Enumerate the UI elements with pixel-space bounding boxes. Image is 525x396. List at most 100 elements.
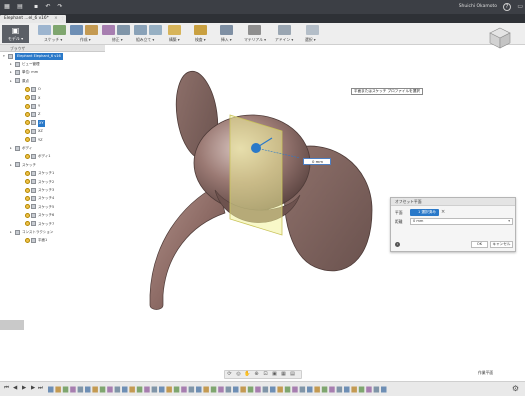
timeline-feature[interactable] — [366, 386, 372, 393]
step-back-icon[interactable]: ◀ — [13, 385, 17, 391]
timeline-feature[interactable] — [114, 386, 121, 393]
ribbon-group-select[interactable]: 選択 — [302, 24, 326, 44]
ribbon-label-assemble: 組み立て — [136, 37, 154, 43]
plane-selection-chip[interactable]: 1 選択済み — [410, 209, 439, 216]
timeline-features[interactable] — [48, 386, 393, 393]
ribbon-group-assemble[interactable]: 組み立て — [134, 24, 164, 44]
timeline-feature[interactable] — [129, 386, 135, 393]
ribbon-group-addins[interactable]: アドイン — [274, 24, 300, 44]
timeline-feature[interactable] — [55, 386, 61, 393]
cancel-button[interactable]: キャンセル — [490, 241, 513, 248]
undo-icon[interactable]: ↶ — [44, 3, 52, 11]
timeline-feature[interactable] — [344, 386, 350, 393]
timeline-feature[interactable] — [373, 386, 380, 393]
ribbon-group-modify[interactable]: 修正 — [102, 24, 132, 44]
info-icon[interactable]: i — [395, 242, 400, 247]
tab-close-icon[interactable]: × — [54, 16, 58, 21]
timeline-feature[interactable] — [270, 386, 276, 393]
timeline-feature[interactable] — [77, 386, 84, 393]
timeline-feature[interactable] — [181, 386, 187, 393]
distance-field[interactable]: 0 mm ▾ — [410, 218, 513, 225]
ribbon-group-insert[interactable]: 挿入 — [218, 24, 242, 44]
pan-icon[interactable]: ✋ — [243, 371, 252, 378]
ribbon-group-sketch[interactable]: スケッチ — [38, 24, 68, 44]
timeline-feature[interactable] — [107, 386, 113, 393]
orbit-icon[interactable]: ⟳ — [225, 371, 234, 378]
timeline-feature[interactable] — [321, 386, 328, 393]
distance-input-field[interactable]: 0 mm — [303, 158, 331, 165]
ribbon-group-construct[interactable]: 構築 — [166, 24, 190, 44]
clear-selection-icon[interactable]: × — [441, 209, 445, 216]
timeline-feature[interactable] — [196, 386, 202, 393]
help-icon[interactable]: ? — [503, 3, 511, 11]
ribbon-group-inspect[interactable]: 検査 — [192, 24, 216, 44]
timeline-feature[interactable] — [122, 386, 128, 393]
timeline-feature[interactable] — [62, 386, 69, 393]
go-to-end-icon[interactable]: ⏭ — [38, 385, 43, 392]
timeline-feature[interactable] — [307, 386, 313, 393]
timeline-feature[interactable] — [351, 386, 357, 393]
timeline-feature[interactable] — [284, 386, 291, 393]
ribbon-group-create[interactable]: 作成 — [70, 24, 100, 44]
timeline-feature[interactable] — [233, 386, 239, 393]
look-at-icon[interactable]: ◎ — [234, 371, 243, 378]
fillet-icon — [117, 25, 130, 35]
grid-settings-icon[interactable]: ▦ — [279, 371, 288, 378]
timeline-feature[interactable] — [92, 386, 98, 393]
timeline-feature[interactable] — [144, 386, 150, 393]
grid-icon[interactable]: ▦ — [3, 3, 11, 11]
insert-icon — [220, 25, 233, 35]
timeline-feature[interactable] — [314, 386, 320, 393]
user-name[interactable]: Shuichi Okamoto — [459, 4, 497, 9]
window-controls-icon[interactable]: ▭ — [517, 3, 523, 10]
material-icon — [248, 25, 261, 35]
timeline-feature[interactable] — [70, 386, 76, 393]
ribbon-label-modify: 修正 — [112, 37, 123, 43]
zoom-icon[interactable]: ⊕ — [252, 371, 261, 378]
offset-plane[interactable] — [229, 114, 283, 236]
timeline-feature[interactable] — [292, 386, 298, 393]
save-icon[interactable]: ▪ — [32, 3, 40, 11]
workspace-label: モデル ▾ — [7, 36, 24, 41]
timeline-feature[interactable] — [188, 386, 195, 393]
tab-elephant[interactable]: Elephant ...el_6 v16* × — [0, 15, 66, 23]
timeline-feature[interactable] — [151, 386, 158, 393]
workspace-switcher[interactable]: ▣ モデル ▾ — [2, 25, 29, 43]
timeline-feature[interactable] — [136, 386, 143, 393]
timeline-feature[interactable] — [299, 386, 306, 393]
timeline-feature[interactable] — [166, 386, 172, 393]
timeline-feature[interactable] — [336, 386, 343, 393]
timeline-feature[interactable] — [218, 386, 224, 393]
timeline-feature[interactable] — [159, 386, 165, 393]
ok-button[interactable]: OK — [471, 241, 488, 248]
fit-icon[interactable]: ⊡ — [261, 371, 270, 378]
timeline-feature[interactable] — [277, 386, 283, 393]
timeline-feature[interactable] — [240, 386, 246, 393]
timeline-feature[interactable] — [210, 386, 217, 393]
file-icon[interactable]: ▤ — [16, 3, 24, 11]
timeline-feature[interactable] — [48, 386, 54, 393]
timeline-feature[interactable] — [358, 386, 365, 393]
new-tab-button[interactable]: + — [60, 15, 65, 23]
timeline-feature[interactable] — [225, 386, 232, 393]
go-to-start-icon[interactable]: ⏮ — [4, 385, 9, 392]
redo-icon[interactable]: ↷ — [56, 3, 64, 11]
step-forward-icon[interactable]: ▶ — [31, 385, 35, 391]
trunk[interactable] — [149, 184, 226, 310]
timeline-feature[interactable] — [85, 386, 91, 393]
timeline-feature[interactable] — [255, 386, 261, 393]
timeline-feature[interactable] — [203, 386, 209, 393]
ribbon-group-material[interactable]: マテリアル — [244, 24, 272, 44]
timeline-feature[interactable] — [262, 386, 269, 393]
timeline-feature[interactable] — [247, 386, 254, 393]
viewports-icon[interactable]: ▤ — [288, 371, 297, 378]
timeline-feature[interactable] — [173, 386, 180, 393]
display-settings-icon[interactable]: ▣ — [270, 371, 279, 378]
view-cube[interactable] — [488, 26, 512, 50]
timeline-feature[interactable] — [99, 386, 106, 393]
play-icon[interactable]: ▶ — [22, 385, 26, 391]
timeline-feature[interactable] — [381, 386, 387, 393]
timeline-feature[interactable] — [329, 386, 335, 393]
gear-icon[interactable]: ⚙ — [512, 384, 519, 393]
distance-dropdown-icon[interactable]: ▾ — [508, 219, 510, 224]
